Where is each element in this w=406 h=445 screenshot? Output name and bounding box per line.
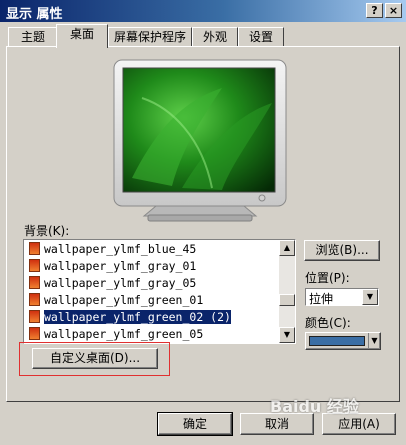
position-select[interactable]: 拉伸 ▼ [305,288,379,306]
tab-theme[interactable]: 主题 [8,27,58,47]
scroll-down-arrow-icon[interactable]: ▼ [279,327,295,343]
monitor-preview [113,59,287,222]
list-scrollbar[interactable]: ▲ ▼ [279,240,295,343]
image-file-icon [29,293,40,306]
tab-screensaver[interactable]: 屏幕保护程序 [108,27,192,47]
close-button[interactable]: × [385,3,402,18]
tab-desktop[interactable]: 桌面 [56,24,108,48]
watermark: Baidu 经验 [270,397,359,416]
chevron-down-icon[interactable]: ▼ [362,289,378,305]
background-label: 背景(K): [24,224,70,238]
tab-appearance[interactable]: 外观 [192,27,238,47]
scroll-up-arrow-icon[interactable]: ▲ [279,240,295,256]
browse-button[interactable]: 浏览(B)... [304,240,380,261]
background-list[interactable]: wallpaper_ylmf_blue_45 wallpaper_ylmf_gr… [23,239,296,344]
list-item[interactable]: wallpaper_ylmf_blue_45 [26,241,278,258]
customize-desktop-button[interactable]: 自定义桌面(D)... [32,348,158,369]
image-file-icon [29,276,40,289]
color-picker-button[interactable]: ▼ [305,332,381,350]
list-item[interactable]: wallpaper_ylmf_gray_05 [26,275,278,292]
tab-settings[interactable]: 设置 [238,27,284,47]
image-file-icon [29,242,40,255]
chevron-down-icon: ▼ [368,333,380,349]
list-item[interactable]: wallpaper_ylmf_green_05 [26,326,278,343]
scroll-thumb[interactable] [279,294,295,306]
position-label: 位置(P): [305,271,350,285]
list-item[interactable]: wallpaper_ylmf_gray_01 [26,258,278,275]
ok-button[interactable]: 确定 [157,412,233,436]
image-file-icon [29,310,40,323]
color-swatch [309,336,365,346]
list-item-selected[interactable]: wallpaper_ylmf_green_02 (2) [26,309,278,326]
image-file-icon [29,327,40,340]
image-file-icon [29,259,40,272]
color-label: 颜色(C): [305,316,351,330]
window-title: 显示 属性 [6,7,63,22]
help-button[interactable]: ? [366,3,383,18]
position-value: 拉伸 [309,292,334,306]
list-item[interactable]: wallpaper_ylmf_green_01 [26,292,278,309]
